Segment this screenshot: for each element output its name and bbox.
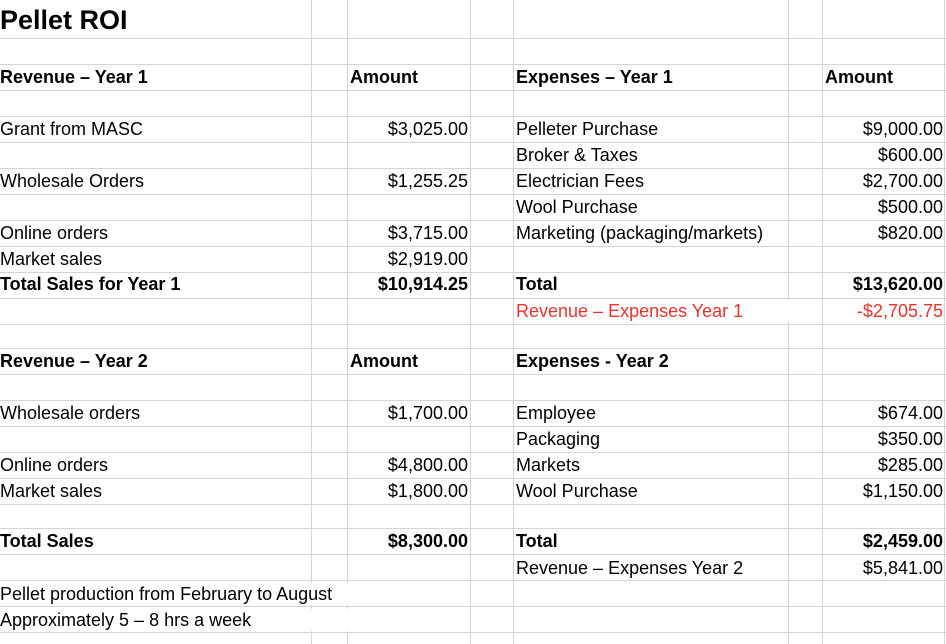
expense-item-amount: $674.00: [823, 402, 943, 424]
gridline: [944, 0, 945, 644]
expense-item-label: Packaging: [516, 428, 788, 450]
gridline: [788, 0, 789, 644]
gridline: [0, 168, 946, 169]
gridline: [0, 478, 946, 479]
net-year2-amount: $5,841.00: [823, 557, 943, 579]
gridline: [0, 298, 946, 299]
gridline: [0, 38, 946, 39]
gridline: [0, 116, 946, 117]
revenue-total-amount: $10,914.25: [348, 273, 468, 295]
revenue-year2-amount-header: Amount: [350, 350, 468, 372]
expense-item-amount: $600.00: [823, 144, 943, 166]
spreadsheet: Pellet ROI Revenue – Year 1 Amount Expen…: [0, 0, 946, 644]
revenue-item-amount: $1,800.00: [348, 480, 468, 502]
gridline: [0, 348, 946, 349]
revenue-item-amount: $1,700.00: [348, 402, 468, 424]
gridline: [0, 554, 946, 555]
revenue-item-amount: $3,025.00: [348, 118, 468, 140]
gridline: [0, 632, 946, 633]
gridline: [0, 426, 946, 427]
gridline: [0, 504, 946, 505]
expense-total-label: Total: [516, 530, 788, 552]
revenue-total-amount: $8,300.00: [348, 530, 468, 552]
revenue-year2-header: Revenue – Year 2: [0, 350, 310, 372]
revenue-item-label: Wholesale orders: [0, 402, 310, 424]
expense-item-label: Electrician Fees: [516, 170, 788, 192]
gridline: [0, 64, 946, 65]
note-production-period: Pellet production from February to Augus…: [0, 583, 420, 605]
expense-item-amount: $350.00: [823, 428, 943, 450]
gridline: [311, 0, 312, 644]
expenses-year2-header: Expenses - Year 2: [516, 350, 788, 372]
revenue-item-label: Market sales: [0, 480, 310, 502]
revenue-year1-header: Revenue – Year 1: [0, 66, 310, 88]
revenue-item-amount: $1,255.25: [348, 170, 468, 192]
gridline: [0, 400, 946, 401]
gridline: [0, 528, 946, 529]
gridline: [0, 90, 946, 91]
gridline: [0, 606, 946, 607]
expenses-year1-header: Expenses – Year 1: [516, 66, 786, 88]
expense-total-label: Total: [516, 273, 788, 295]
expense-item-amount: $285.00: [823, 454, 943, 476]
gridline: [0, 142, 946, 143]
expense-item-label: Broker & Taxes: [516, 144, 788, 166]
net-year1-amount: -$2,705.75: [823, 300, 943, 322]
revenue-item-label: Grant from MASC: [0, 118, 310, 140]
expense-total-amount: $2,459.00: [823, 530, 943, 552]
revenue-total-label: Total Sales: [0, 530, 310, 552]
expense-item-label: Markets: [516, 454, 788, 476]
revenue-item-label: Wholesale Orders: [0, 170, 310, 192]
revenue-item-label: Market sales: [0, 248, 310, 270]
expenses-year1-amount-header: Amount: [825, 66, 943, 88]
expense-item-label: Pelleter Purchase: [516, 118, 788, 140]
gridline: [470, 0, 471, 644]
revenue-year1-amount-header: Amount: [350, 66, 468, 88]
revenue-item-amount: $2,919.00: [348, 248, 468, 270]
gridline: [0, 580, 946, 581]
expense-item-amount: $9,000.00: [823, 118, 943, 140]
expense-item-label: Wool Purchase: [516, 480, 788, 502]
page-title: Pellet ROI: [0, 4, 300, 36]
expense-item-label: Wool Purchase: [516, 196, 788, 218]
expense-item-amount: $820.00: [823, 222, 943, 244]
net-year2-label: Revenue – Expenses Year 2: [516, 557, 788, 579]
revenue-item-label: Online orders: [0, 454, 310, 476]
expense-item-amount: $500.00: [823, 196, 943, 218]
gridline: [513, 0, 514, 644]
net-year1-label: Revenue – Expenses Year 1: [516, 300, 816, 322]
gridline: [0, 220, 946, 221]
expense-item-amount: $2,700.00: [823, 170, 943, 192]
gridline: [0, 324, 946, 325]
revenue-item-label: Online orders: [0, 222, 310, 244]
revenue-total-label: Total Sales for Year 1: [0, 273, 310, 295]
gridline: [0, 452, 946, 453]
expense-total-amount: $13,620.00: [823, 273, 943, 295]
gridline: [0, 194, 946, 195]
revenue-item-amount: $4,800.00: [348, 454, 468, 476]
expense-item-label: Employee: [516, 402, 788, 424]
note-hours-per-week: Approximately 5 – 8 hrs a week: [0, 609, 420, 631]
revenue-item-amount: $3,715.00: [348, 222, 468, 244]
expense-item-label: Marketing (packaging/markets): [516, 222, 788, 244]
gridline: [0, 246, 946, 247]
gridline: [0, 374, 946, 375]
expense-item-amount: $1,150.00: [823, 480, 943, 502]
